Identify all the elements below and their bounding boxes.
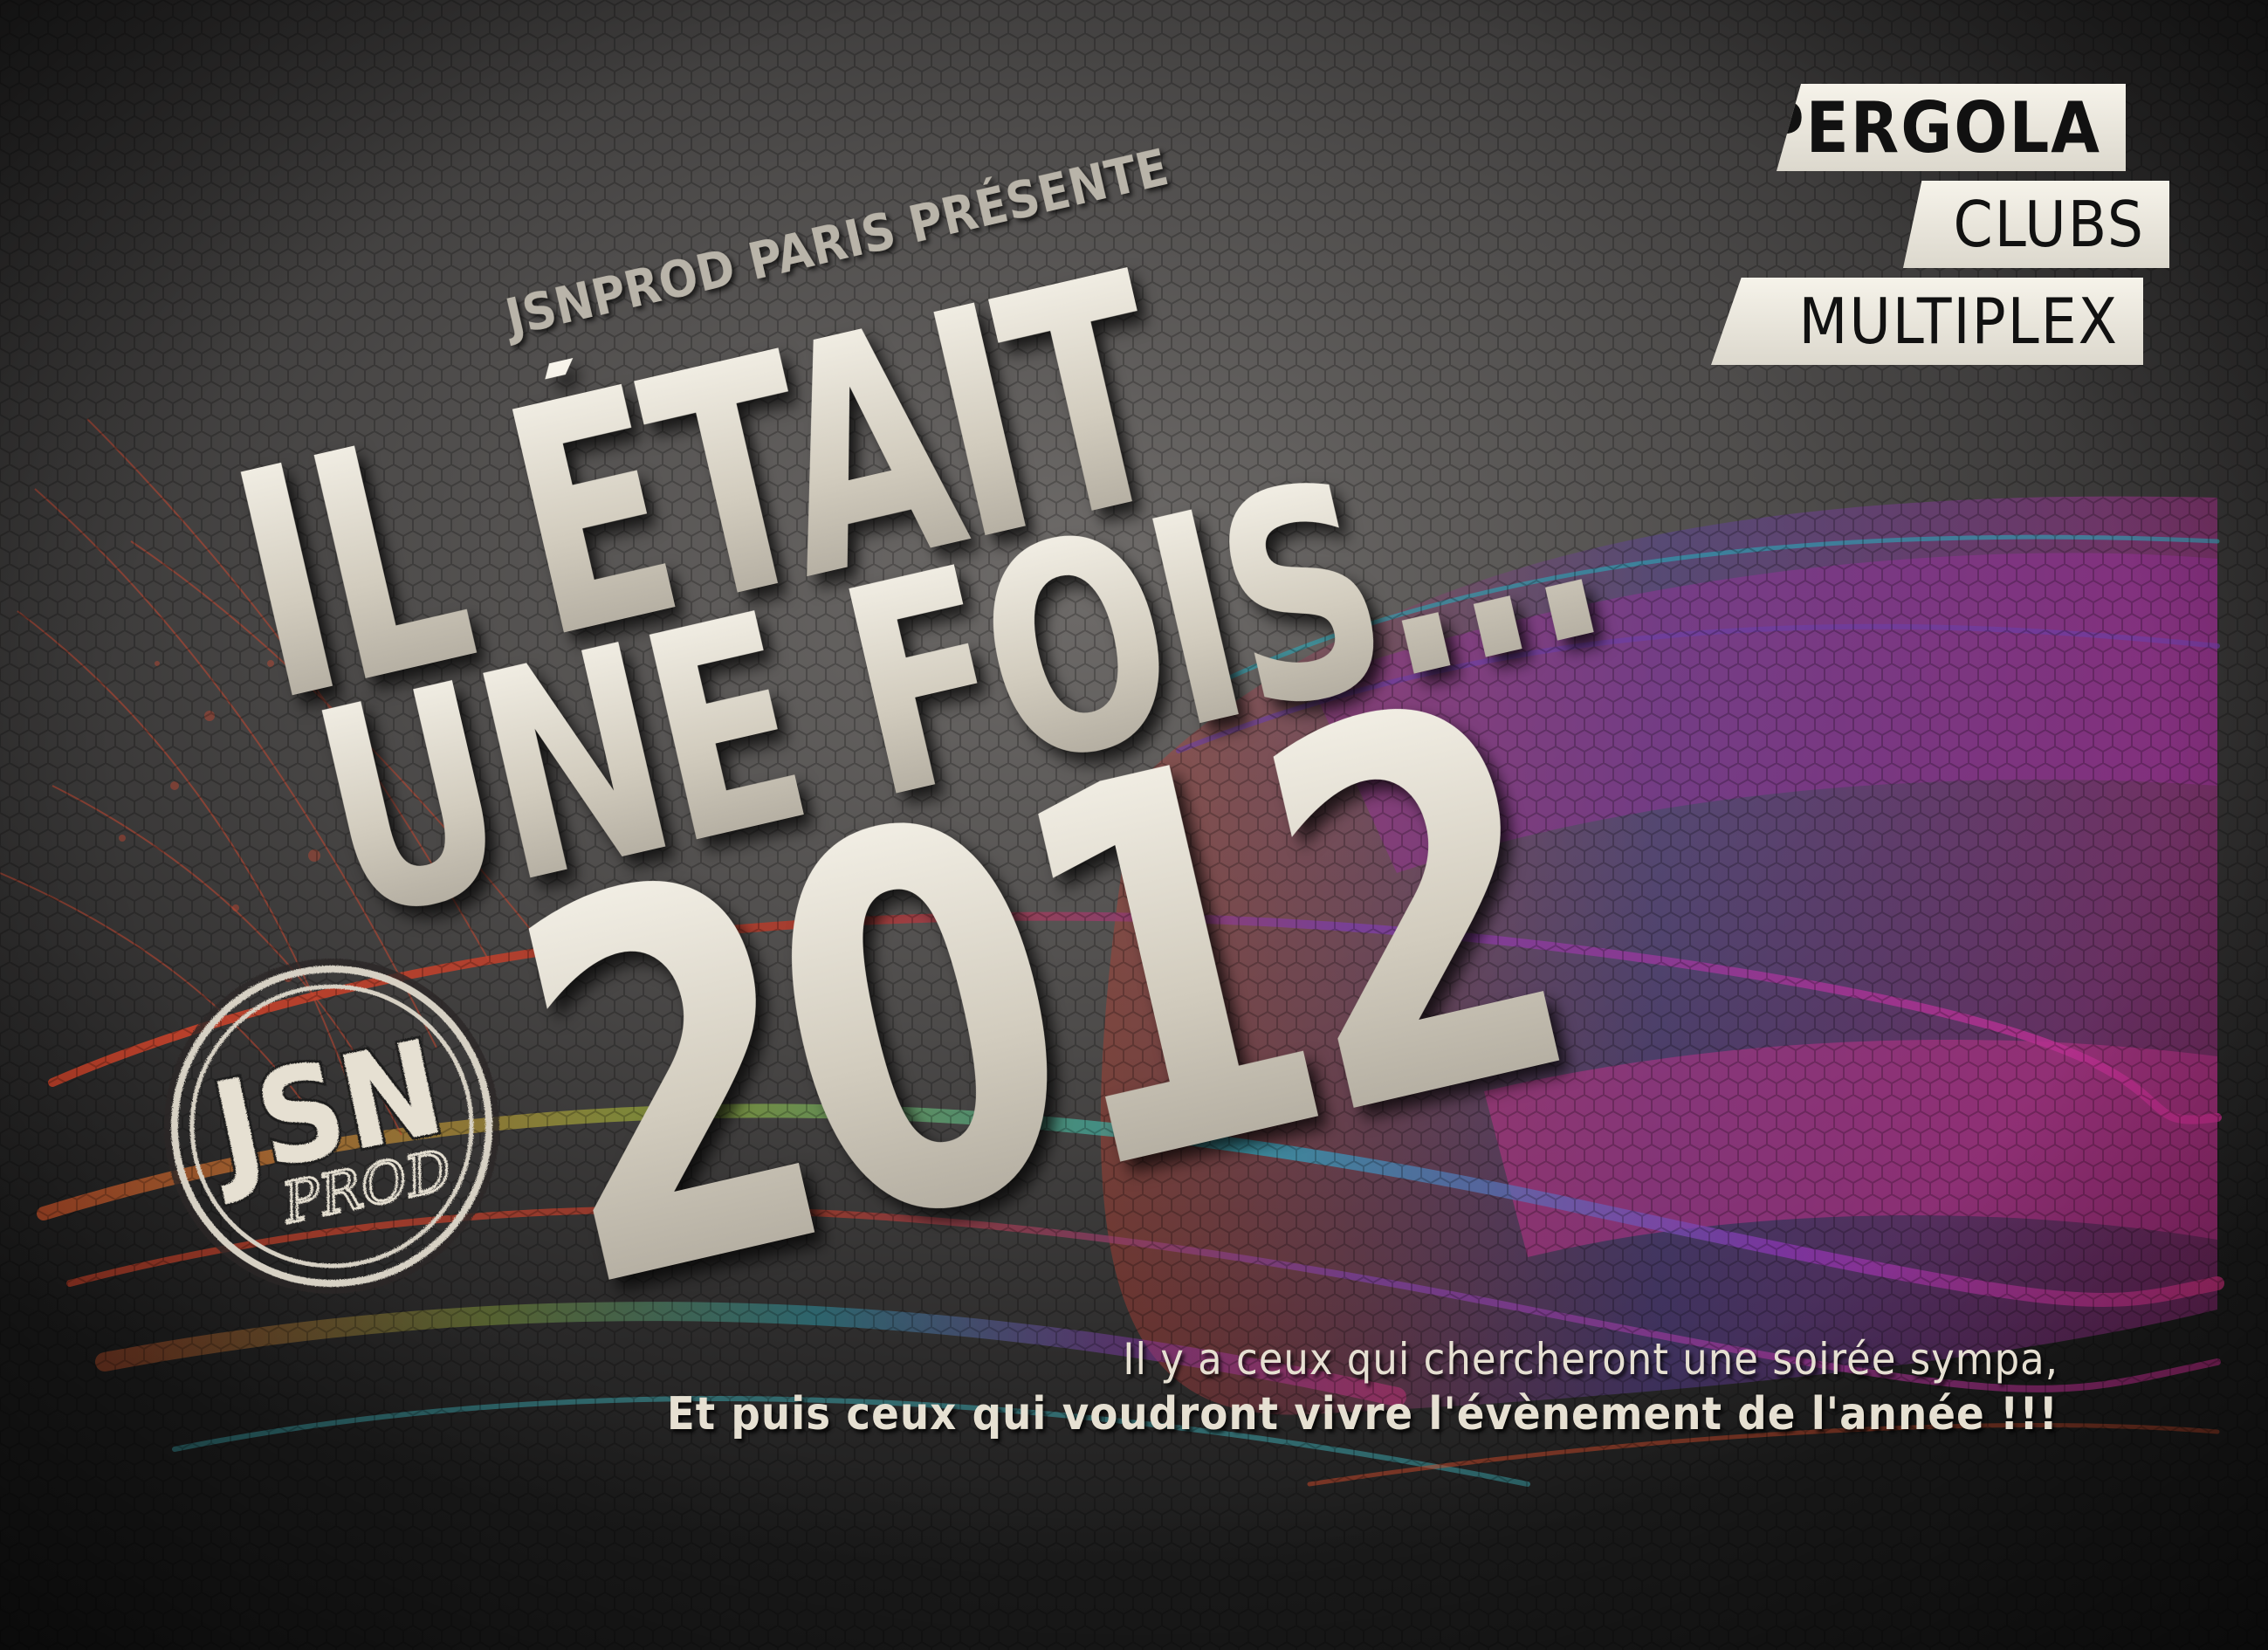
jsn-prod-logo: JSN PROD [164,959,499,1294]
venue-label: PERGOLA [1757,86,2101,168]
venue-tag-clubs: CLUBS [1903,181,2169,268]
tagline-line-2: Et puis ceux qui voudront vivre l'évènem… [666,1388,2058,1440]
flyer: PERGOLA CLUBS MULTIPLEX JSNPROD PARIS PR… [0,0,2268,1650]
venue-tag-multiplex: MULTIPLEX [1711,278,2143,365]
tagline-line-1: Il y a ceux qui chercheront une soirée s… [1123,1334,2058,1385]
venue-label: MULTIPLEX [1798,285,2119,358]
venue-tag-pergola: PERGOLA [1777,84,2126,171]
venue-label: CLUBS [1953,188,2145,261]
